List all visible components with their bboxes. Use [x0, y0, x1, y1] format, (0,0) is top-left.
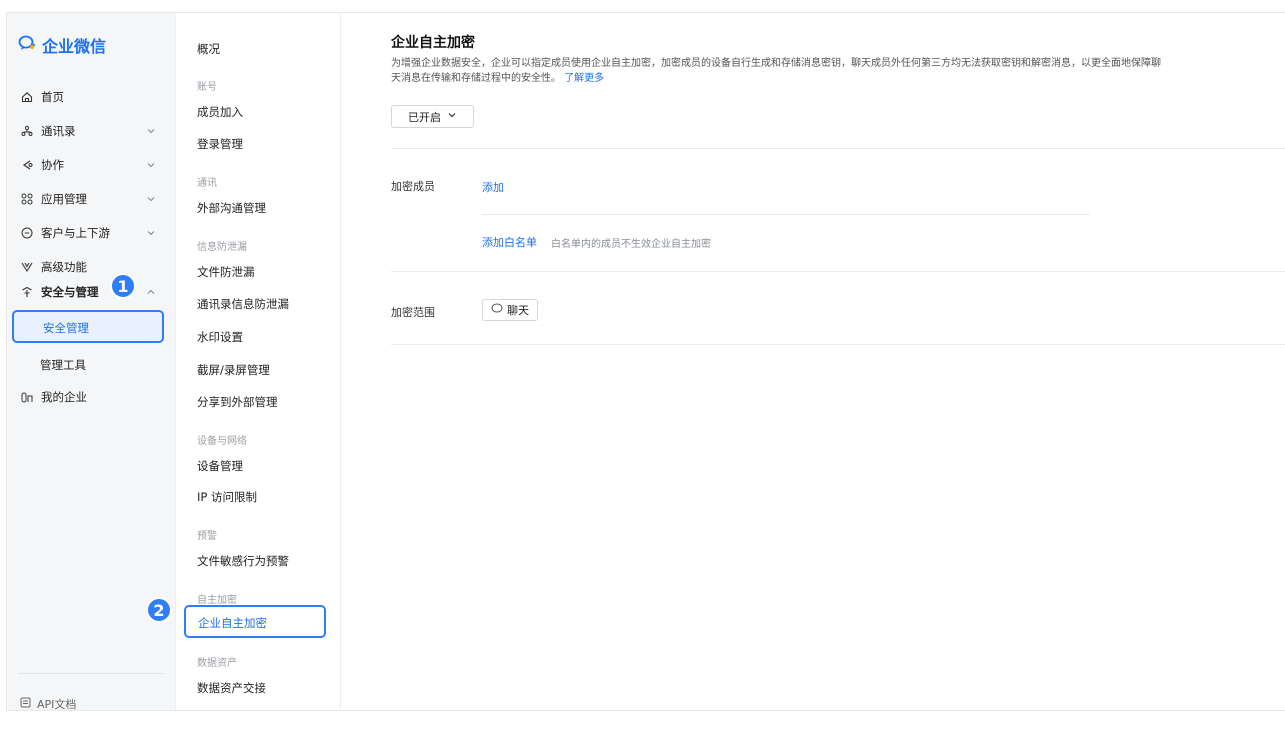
- subnav-contacts-leak[interactable]: 通讯录信息防泄漏: [197, 296, 289, 312]
- contacts-icon: [20, 124, 34, 138]
- nav-label: 通讯录: [41, 124, 76, 138]
- nav-sub-label: 管理工具: [40, 358, 86, 372]
- subnav-external-communication[interactable]: 外部沟通管理: [197, 200, 266, 216]
- status-dropdown[interactable]: 已开启: [391, 105, 474, 128]
- home-icon: [20, 90, 34, 104]
- chevron-down-icon: [146, 125, 156, 139]
- secondary-nav: 概况 账号 成员加入 登录管理 通讯 外部沟通管理 信息防泄漏 文件防泄漏 通讯…: [176, 13, 341, 710]
- learn-more-link[interactable]: 了解更多: [564, 73, 604, 84]
- chat-bubble-icon: [491, 303, 503, 317]
- callout-badge-2: 2: [146, 597, 172, 623]
- nav-item-customer[interactable]: 客户与上下游: [7, 221, 176, 245]
- apps-icon: [20, 192, 34, 206]
- nav-item-apps[interactable]: 应用管理: [7, 187, 176, 211]
- page-title: 企业自主加密: [391, 35, 475, 51]
- subnav-ip-limit[interactable]: IP 访问限制: [197, 489, 257, 505]
- subnav-file-leak[interactable]: 文件防泄漏: [197, 264, 255, 280]
- app-window: 企业微信 首页 通讯录 协作 应用管理 客户与上下游 高级功能 安全与管理 安全…: [6, 12, 1285, 711]
- nav-label: 协作: [41, 158, 64, 172]
- subnav-label: 企业自主加密: [198, 616, 267, 630]
- subnav-group-communication: 通讯: [197, 178, 217, 189]
- nav-label: 客户与上下游: [41, 226, 110, 240]
- subnav-screenshot[interactable]: 截屏/录屏管理: [197, 362, 270, 378]
- brand[interactable]: 企业微信: [18, 33, 106, 57]
- api-doc-label: API文档: [37, 698, 77, 711]
- wecom-logo-icon: [18, 35, 36, 55]
- add-whitelist-link[interactable]: 添加白名单: [482, 234, 537, 250]
- subnav-self-encryption[interactable]: 企业自主加密: [184, 605, 326, 638]
- subnav-group-account: 账号: [197, 82, 217, 93]
- subnav-login-management[interactable]: 登录管理: [197, 136, 243, 152]
- add-member-link[interactable]: 添加: [482, 179, 504, 195]
- subnav-group-device: 设备与网络: [197, 436, 247, 447]
- divider: [482, 214, 1090, 215]
- nav-item-collaboration[interactable]: 协作: [7, 153, 176, 177]
- nav-item-contacts[interactable]: 通讯录: [7, 119, 176, 143]
- main-content: 企业自主加密 为增强企业数据安全，企业可以指定成员使用企业自主加密，加密成员的设…: [341, 13, 1285, 710]
- subnav-member-join[interactable]: 成员加入: [197, 104, 243, 120]
- subnav-group-warning: 预警: [197, 531, 217, 542]
- subnav-group-data: 数据资产: [197, 658, 237, 669]
- nav-item-my-company[interactable]: 我的企业: [7, 385, 176, 409]
- nav-item-security[interactable]: 安全与管理: [7, 280, 176, 304]
- status-label: 已开启: [408, 110, 441, 124]
- nav-item-advanced[interactable]: 高级功能: [7, 255, 176, 279]
- nav-item-home[interactable]: 首页: [7, 85, 176, 109]
- chevron-down-icon: [146, 227, 156, 241]
- subnav-overview[interactable]: 概况: [197, 41, 220, 57]
- description-line-2: 天消息在传输和存储过程中的安全性。: [391, 73, 561, 84]
- divider: [391, 148, 1285, 149]
- encrypt-members-label: 加密成员: [391, 180, 435, 193]
- page-description: 为增强企业数据安全，企业可以指定成员使用企业自主加密，加密成员的设备自行生成和存…: [391, 56, 1281, 86]
- divider: [18, 673, 164, 674]
- nav-label: 首页: [41, 90, 64, 104]
- subnav-watermark[interactable]: 水印设置: [197, 329, 243, 345]
- brand-name: 企业微信: [42, 37, 107, 56]
- nav-label: 高级功能: [41, 260, 87, 274]
- divider: [391, 344, 1285, 345]
- subnav-group-encryption: 自主加密: [197, 595, 237, 606]
- chevron-down-icon: [447, 110, 457, 123]
- api-doc-link[interactable]: API文档: [20, 696, 77, 711]
- company-icon: [20, 390, 34, 404]
- advanced-icon: [20, 260, 34, 274]
- chevron-up-icon: [146, 286, 156, 300]
- nav-sub-label: 安全管理: [43, 321, 89, 335]
- subnav-device-management[interactable]: 设备管理: [197, 458, 243, 474]
- whitelist-hint: 白名单内的成员不生效企业自主加密: [551, 239, 711, 250]
- description-line-1: 为增强企业数据安全，企业可以指定成员使用企业自主加密，加密成员的设备自行生成和存…: [391, 58, 1161, 69]
- subnav-group-leak: 信息防泄漏: [197, 242, 247, 253]
- collaboration-icon: [20, 158, 34, 172]
- subnav-file-warning[interactable]: 文件敏感行为预警: [197, 553, 289, 569]
- subnav-share-external[interactable]: 分享到外部管理: [197, 394, 278, 410]
- customer-icon: [20, 226, 34, 240]
- nav-item-admin-tools[interactable]: 管理工具: [40, 357, 86, 373]
- scope-chat-label: 聊天: [507, 304, 529, 317]
- callout-badge-1: 1: [110, 273, 136, 299]
- chevron-down-icon: [146, 159, 156, 173]
- encrypt-scope-label: 加密范围: [391, 306, 435, 319]
- scope-chat-chip[interactable]: 聊天: [482, 299, 538, 321]
- nav-label: 安全与管理: [41, 285, 99, 299]
- divider: [391, 271, 1285, 272]
- subnav-data-exchange[interactable]: 数据资产交接: [197, 680, 266, 696]
- nav-label: 我的企业: [41, 390, 87, 404]
- document-icon: [20, 697, 31, 710]
- security-icon: [20, 285, 34, 299]
- nav-item-security-management[interactable]: 安全管理: [12, 310, 164, 343]
- chevron-down-icon: [146, 193, 156, 207]
- nav-label: 应用管理: [41, 192, 87, 206]
